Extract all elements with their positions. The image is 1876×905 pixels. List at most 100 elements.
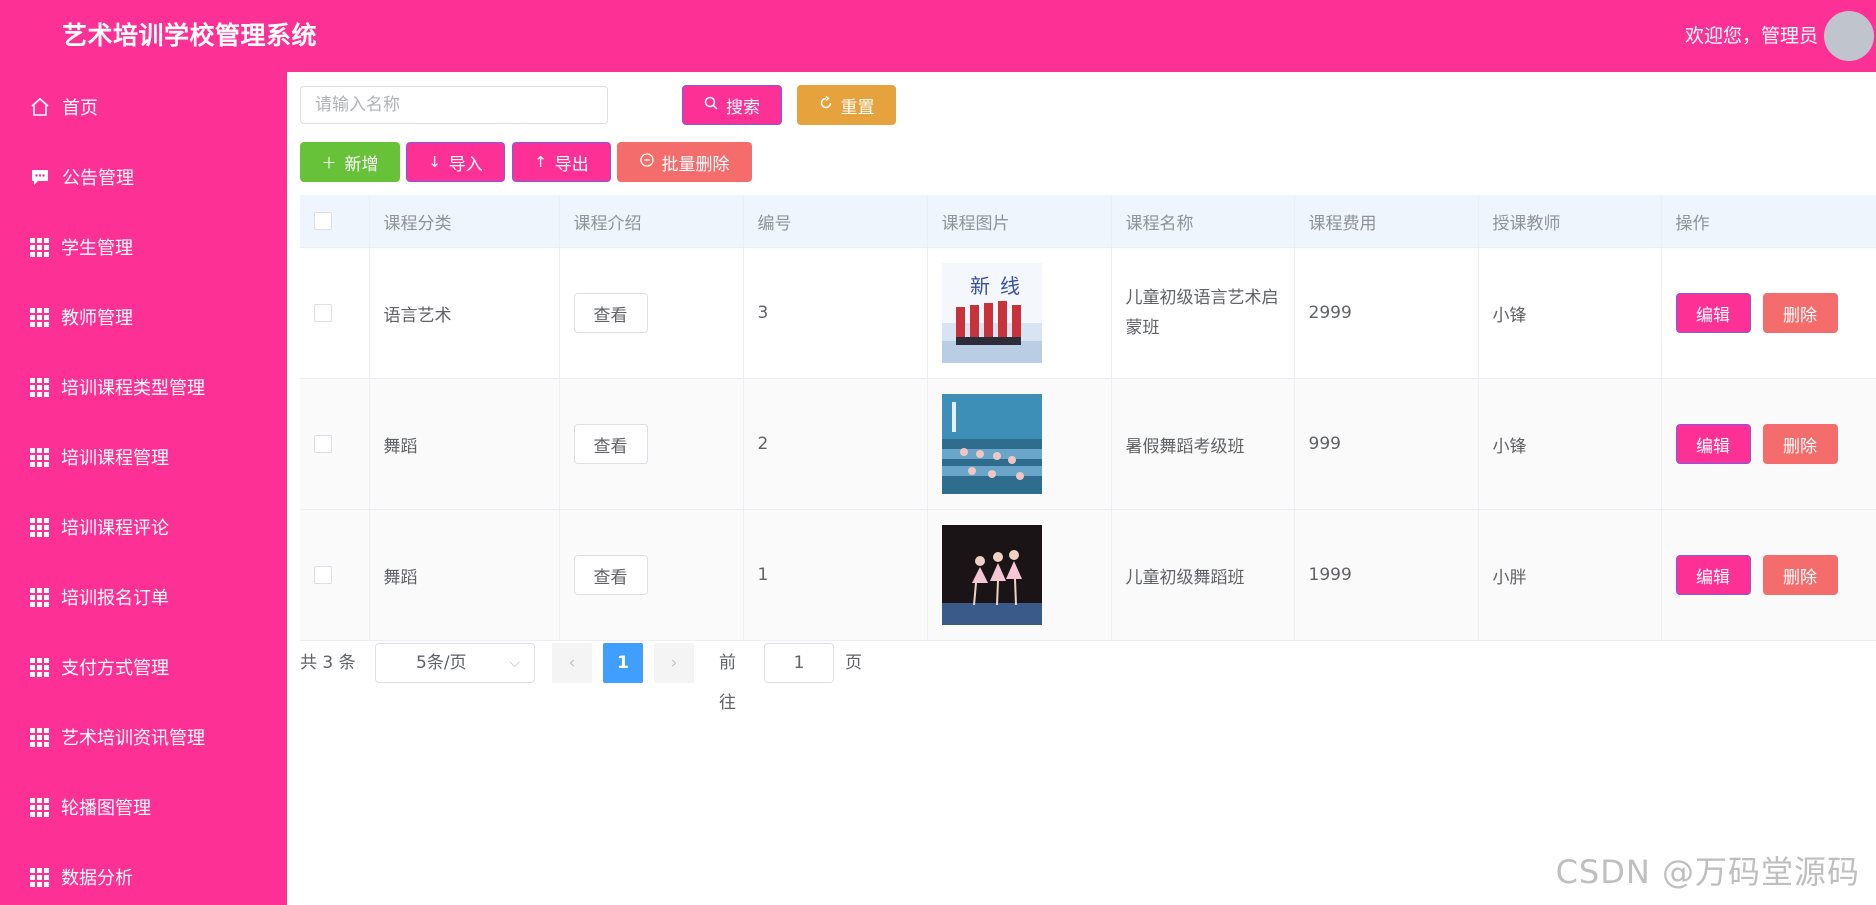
sidebar-item-notice[interactable]: 公告管理 xyxy=(0,142,287,212)
avatar[interactable] xyxy=(1824,11,1874,61)
add-button-label: 新增 xyxy=(344,154,379,175)
sidebar-item-payment-methods[interactable]: 支付方式管理 xyxy=(0,632,287,702)
arrow-up-icon: ↑ xyxy=(534,153,547,171)
course-name: 儿童初级语言艺术启蒙班 xyxy=(1111,247,1295,379)
grid-icon xyxy=(30,867,49,887)
sidebar-item-home[interactable]: 首页 xyxy=(0,72,287,142)
svg-text:新: 新 xyxy=(970,274,990,298)
course-fee: 1999 xyxy=(1294,509,1479,641)
course-id: 2 xyxy=(743,378,928,510)
plus-icon: ＋ xyxy=(321,153,337,172)
import-button[interactable]: ↓ 导入 xyxy=(406,142,505,182)
row-checkbox[interactable] xyxy=(314,435,332,453)
grid-icon xyxy=(30,307,49,327)
course-id: 1 xyxy=(743,509,928,641)
chevron-down-icon: ⌵ xyxy=(509,655,520,671)
view-intro-button[interactable]: 查看 xyxy=(573,424,648,464)
sidebar-item-course-comments[interactable]: 培训课程评论 xyxy=(0,492,287,562)
grid-icon xyxy=(30,797,49,817)
delete-button[interactable]: 删除 xyxy=(1762,555,1838,595)
course-id: 3 xyxy=(743,247,928,379)
goto-label: 前往 xyxy=(719,653,736,713)
search-button[interactable]: 搜索 xyxy=(682,85,782,125)
course-name: 儿童初级舞蹈班 xyxy=(1111,509,1295,641)
row-checkbox[interactable] xyxy=(314,566,332,584)
column-header[interactable]: 课程分类 xyxy=(369,195,560,248)
minus-circle-icon xyxy=(639,153,654,171)
grid-icon xyxy=(30,727,49,747)
sidebar-item-label: 培训报名订单 xyxy=(61,588,169,609)
watermark: CSDN @万码堂源码 xyxy=(1555,853,1860,891)
table-row[interactable]: 舞蹈 查看 2 暑假舞蹈考级班 999 小锋 编辑 删除 xyxy=(300,378,1876,510)
delete-button[interactable]: 删除 xyxy=(1762,424,1838,464)
select-all-checkbox[interactable] xyxy=(314,212,332,230)
column-header[interactable]: 操作 xyxy=(1661,195,1876,248)
course-image[interactable] xyxy=(941,525,1042,625)
goto-page-input[interactable]: 1 xyxy=(764,643,834,683)
view-intro-button[interactable]: 查看 xyxy=(573,293,648,333)
course-teacher: 小锋 xyxy=(1478,247,1662,379)
reset-button[interactable]: 重置 xyxy=(797,85,896,125)
edit-button[interactable]: 编辑 xyxy=(1675,555,1751,595)
grid-icon xyxy=(30,377,49,397)
sidebar-item-news[interactable]: 艺术培训资讯管理 xyxy=(0,702,287,772)
sidebar-item-label: 培训课程评论 xyxy=(61,518,169,539)
column-header[interactable]: 课程介绍 xyxy=(559,195,744,248)
column-header[interactable]: 编号 xyxy=(743,195,928,248)
sidebar-item-orders[interactable]: 培训报名订单 xyxy=(0,562,287,632)
sidebar-item-label: 培训课程类型管理 xyxy=(61,378,205,399)
batch-delete-button[interactable]: 批量删除 xyxy=(617,142,752,182)
course-name: 暑假舞蹈考级班 xyxy=(1111,378,1295,510)
refresh-icon xyxy=(819,95,833,114)
sidebar-item-analytics[interactable]: 数据分析 xyxy=(0,842,287,905)
column-header[interactable]: 授课教师 xyxy=(1478,195,1662,248)
search-button-label: 搜索 xyxy=(726,97,760,118)
export-button[interactable]: ↑ 导出 xyxy=(512,142,611,182)
search-input[interactable] xyxy=(300,86,608,124)
message-icon xyxy=(30,167,50,187)
sidebar-item-label: 支付方式管理 xyxy=(61,658,169,679)
total-count: 共 3 条 xyxy=(300,653,356,673)
column-header[interactable]: 课程名称 xyxy=(1111,195,1295,248)
edit-button[interactable]: 编辑 xyxy=(1675,293,1751,333)
sidebar-item-course-types[interactable]: 培训课程类型管理 xyxy=(0,352,287,422)
column-header[interactable]: 课程图片 xyxy=(927,195,1112,248)
page-unit-label: 页 xyxy=(845,653,862,673)
view-intro-button[interactable]: 查看 xyxy=(573,555,648,595)
course-category: 舞蹈 xyxy=(369,378,560,510)
sidebar-item-label: 培训课程管理 xyxy=(61,448,169,469)
sidebar-item-label: 首页 xyxy=(62,98,98,119)
course-fee: 999 xyxy=(1294,378,1479,510)
page-size-value: 5条/页 xyxy=(416,653,467,673)
edit-button[interactable]: 编辑 xyxy=(1675,424,1751,464)
sidebar-item-teachers[interactable]: 教师管理 xyxy=(0,282,287,352)
delete-button[interactable]: 删除 xyxy=(1762,293,1838,333)
app-title: 艺术培训学校管理系统 xyxy=(62,21,318,50)
next-page-button[interactable]: › xyxy=(654,643,694,683)
batch-delete-button-label: 批量删除 xyxy=(661,154,730,175)
sidebar-item-courses[interactable]: 培训课程管理 xyxy=(0,422,287,492)
add-button[interactable]: ＋ 新增 xyxy=(300,142,400,182)
sidebar-item-carousel[interactable]: 轮播图管理 xyxy=(0,772,287,842)
prev-page-button[interactable]: ‹ xyxy=(552,643,592,683)
table-row[interactable]: 语言艺术 查看 3 新 线 儿童初级语言艺术启蒙班 2999 小锋 编辑 删除 xyxy=(300,247,1876,379)
course-category: 舞蹈 xyxy=(369,509,560,641)
row-checkbox[interactable] xyxy=(314,304,332,322)
course-fee: 2999 xyxy=(1294,247,1479,379)
sidebar-item-students[interactable]: 学生管理 xyxy=(0,212,287,282)
main-content: 搜索 重置 ＋ 新增 ↓ 导入 ↑ 导出 批量删除 课程分类 课程介绍 xyxy=(287,72,1876,905)
column-header[interactable]: 课程费用 xyxy=(1294,195,1479,248)
course-teacher: 小胖 xyxy=(1478,509,1662,641)
grid-icon xyxy=(30,517,49,537)
home-icon xyxy=(30,97,50,117)
course-image[interactable] xyxy=(941,394,1042,494)
course-image[interactable]: 新 线 xyxy=(941,263,1042,363)
sidebar-item-label: 公告管理 xyxy=(62,168,134,189)
sidebar-item-label: 数据分析 xyxy=(61,868,133,889)
page-size-select[interactable]: 5条/页 ⌵ xyxy=(375,643,535,683)
page-number[interactable]: 1 xyxy=(603,643,643,683)
table-row[interactable]: 舞蹈 查看 1 儿童初级舞蹈班 1999 小胖 编辑 删除 xyxy=(300,509,1876,641)
course-teacher: 小锋 xyxy=(1478,378,1662,510)
table-header-row: 课程分类 课程介绍 编号 课程图片 课程名称 课程费用 授课教师 操作 xyxy=(300,195,1876,248)
grid-icon xyxy=(30,447,49,467)
